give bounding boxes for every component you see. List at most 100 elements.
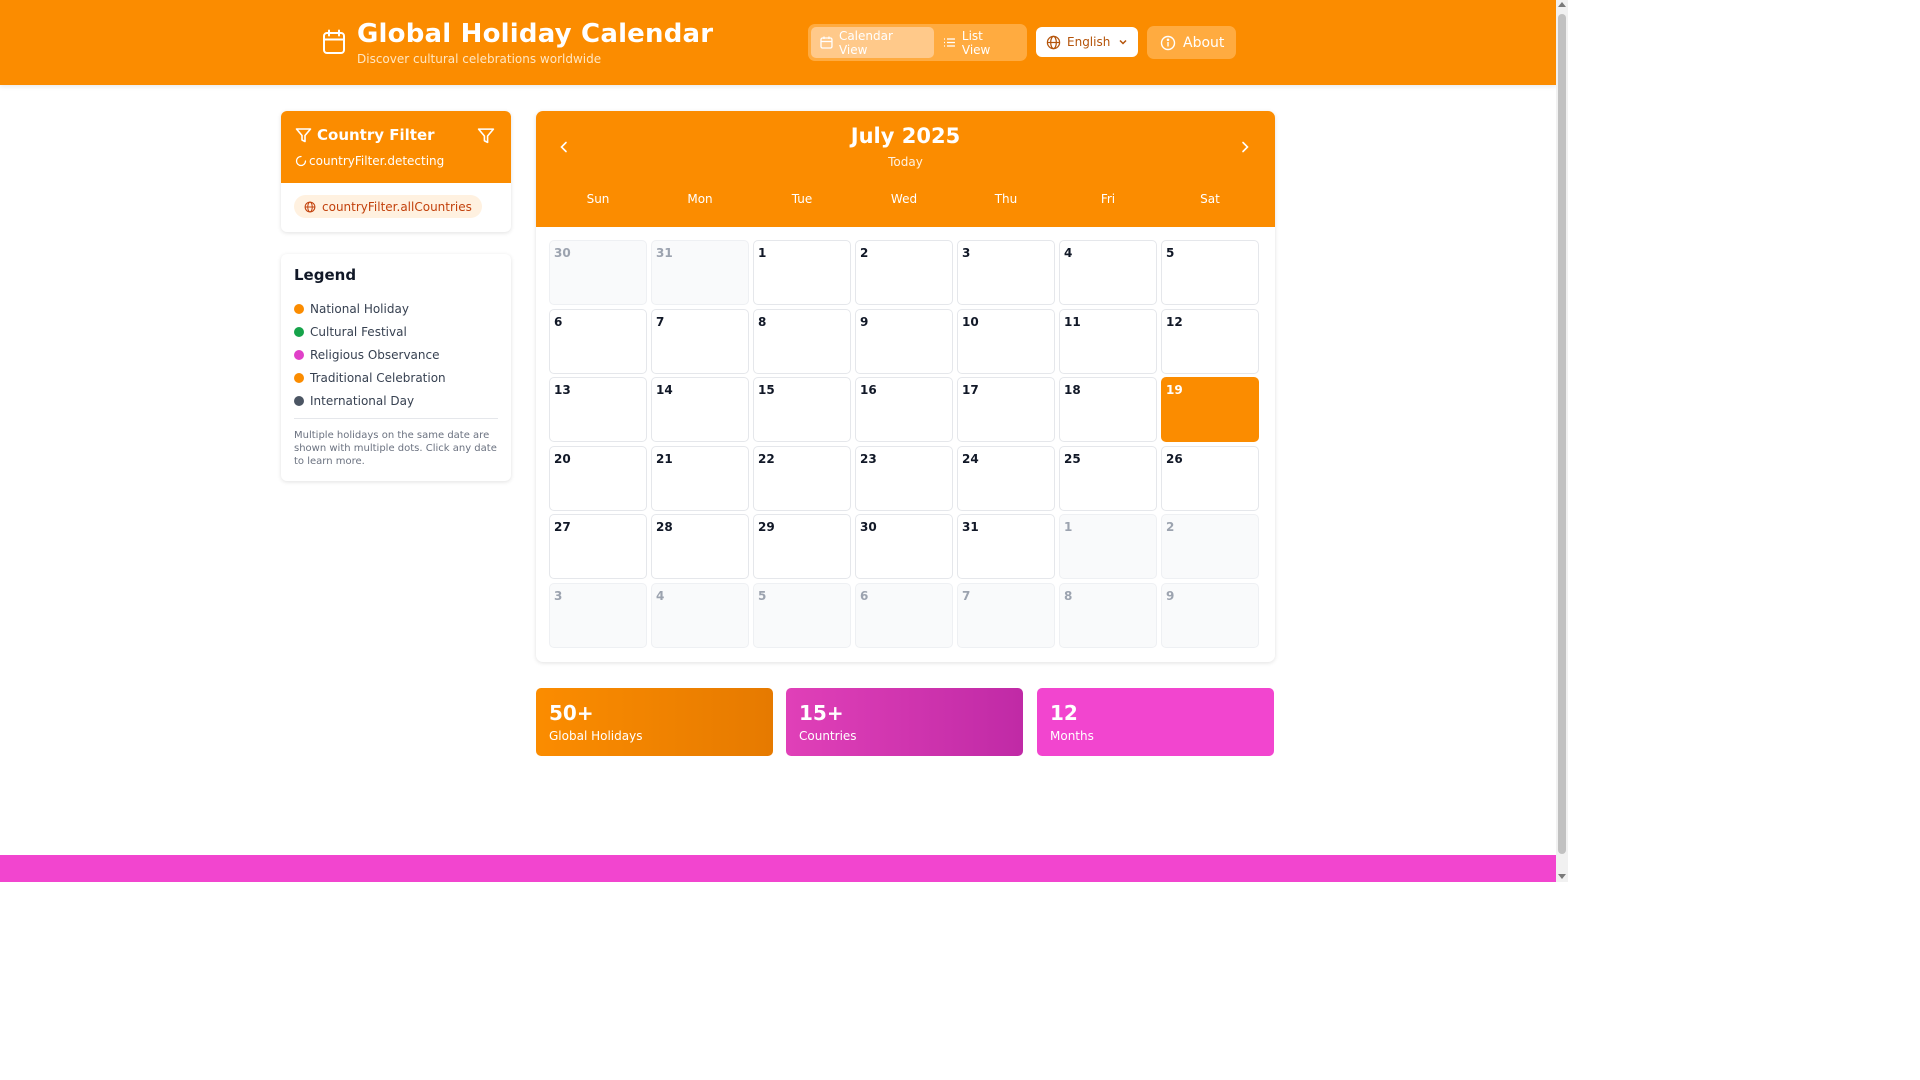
legend-note: Multiple holidays on the same date are s…	[294, 430, 497, 467]
day-cell[interactable]: 31	[957, 514, 1055, 580]
app-header: Global Holiday Calendar Discover cultura…	[0, 0, 1556, 85]
day-cell[interactable]: 28	[651, 514, 749, 580]
day-cell[interactable]: 13	[549, 377, 647, 443]
legend-item-label: Traditional Celebration	[310, 370, 446, 385]
calendar-card: July 2025 Today Sun Mon Tue Wed Thu Fri Sat 30…	[536, 111, 1275, 662]
legend-dot-icon	[294, 372, 304, 383]
stat-label: Months	[1050, 729, 1094, 743]
today-button[interactable]: Today	[536, 155, 1275, 169]
legend-item: Traditional Celebration	[294, 366, 446, 389]
day-cell[interactable]: 1	[753, 240, 851, 305]
day-cell[interactable]: 14	[651, 377, 749, 443]
country-filter-status: countryFilter.detecting	[295, 154, 444, 168]
list-view-label: List View	[961, 28, 991, 57]
stat-card-countries: 15+ Countries	[786, 688, 1023, 756]
legend-item-label: Religious Observance	[310, 347, 440, 362]
day-cell[interactable]: 24	[957, 445, 1055, 511]
loading-spinner-icon	[295, 155, 307, 167]
day-cell[interactable]: 18	[1059, 377, 1157, 443]
calendar-view-button[interactable]: Calendar View	[811, 27, 934, 58]
legend-dot-icon	[294, 303, 304, 314]
legend-item-label: National Holiday	[310, 301, 409, 316]
legend-card: Legend National Holiday Cultural Festival…	[281, 254, 511, 481]
list-view-button[interactable]: List View	[934, 27, 1024, 58]
day-cell[interactable]: 5	[1161, 240, 1259, 305]
language-label: English	[1067, 35, 1111, 49]
country-filter-card: Country Filter countryFilter.detecting c…	[281, 111, 511, 232]
day-cell-outside[interactable]: 3	[549, 582, 647, 648]
day-cell-outside[interactable]: 30	[549, 240, 647, 305]
legend-item: National Holiday	[294, 297, 446, 320]
about-label: About	[1183, 34, 1225, 51]
legend-list: National Holiday Cultural Festival Religio…	[294, 297, 446, 412]
day-cell-outside[interactable]: 31	[651, 240, 749, 305]
day-cell[interactable]: 9	[855, 308, 953, 374]
day-cell[interactable]: 29	[753, 514, 851, 580]
info-icon	[1160, 35, 1176, 50]
day-cell-outside[interactable]: 8	[1059, 582, 1157, 648]
stat-label: Countries	[799, 729, 857, 743]
day-cell[interactable]: 25	[1059, 445, 1157, 511]
day-cell-outside[interactable]: 2	[1161, 514, 1259, 580]
language-select[interactable]: English	[1036, 27, 1138, 57]
day-cell[interactable]: 3	[957, 240, 1055, 305]
day-cell[interactable]: 11	[1059, 308, 1157, 374]
next-month-button[interactable]	[1237, 139, 1253, 159]
day-cell-outside[interactable]: 4	[651, 582, 749, 648]
view-toggle: Calendar View List View	[808, 24, 1027, 61]
scrollbar-thumb[interactable]	[1558, 14, 1566, 854]
day-cell[interactable]: 21	[651, 445, 749, 511]
list-icon	[943, 38, 955, 47]
day-cell[interactable]: 23	[855, 445, 953, 511]
weekday-label: Mon	[687, 192, 713, 206]
legend-item: Cultural Festival	[294, 320, 446, 343]
country-filter-status-text: countryFilter.detecting	[309, 154, 445, 168]
day-cell[interactable]: 16	[855, 377, 953, 443]
stat-value: 15+	[799, 701, 844, 725]
weekday-label: Thu	[994, 192, 1018, 206]
all-countries-label: countryFilter.allCountries	[322, 199, 472, 214]
day-cell-outside[interactable]: 7	[957, 582, 1055, 648]
day-cell[interactable]: 12	[1161, 308, 1259, 374]
brand-text: Global Holiday Calendar Discover cultura…	[357, 18, 713, 66]
app-title: Global Holiday Calendar	[357, 19, 714, 49]
day-cell[interactable]: 30	[855, 514, 953, 580]
weekday-label: Fri	[1100, 192, 1116, 206]
day-cell[interactable]: 15	[753, 377, 851, 443]
scroll-down-arrow-icon[interactable]	[1558, 874, 1566, 879]
calendar-small-icon	[820, 36, 833, 49]
legend-dot-icon	[294, 395, 304, 406]
day-cell[interactable]: 17	[957, 377, 1055, 443]
globe-icon	[1046, 35, 1061, 49]
day-cell[interactable]: 7	[651, 308, 749, 374]
day-cell-outside[interactable]: 1	[1059, 514, 1157, 580]
day-cell-today[interactable]: 19	[1161, 377, 1259, 443]
page-scrollbar[interactable]	[1556, 0, 1568, 882]
day-cell[interactable]: 22	[753, 445, 851, 511]
about-button[interactable]: About	[1147, 26, 1236, 59]
day-cell[interactable]: 8	[753, 308, 851, 374]
day-cell-outside[interactable]: 6	[855, 582, 953, 648]
day-cell[interactable]: 20	[549, 445, 647, 511]
calendar-icon	[322, 29, 346, 55]
day-cell-outside[interactable]: 5	[753, 582, 851, 648]
day-cell[interactable]: 4	[1059, 240, 1157, 305]
day-cell[interactable]: 27	[549, 514, 647, 580]
day-cell[interactable]: 6	[549, 308, 647, 374]
stat-value: 12	[1050, 701, 1078, 725]
month-title: July 2025	[850, 124, 961, 148]
day-cell[interactable]: 10	[957, 308, 1055, 374]
country-filter-title: Country Filter	[295, 126, 435, 144]
day-cell-outside[interactable]: 9	[1161, 582, 1259, 648]
scroll-up-arrow-icon[interactable]	[1558, 2, 1566, 7]
country-filter-title-text: Country Filter	[317, 126, 435, 144]
days-grid: 30 31 1 2 3 4 5 6 7 8 9 10 11 12 13 14 15 16 17 18 19 20 21 22 2…	[549, 240, 1259, 648]
calendar-header: July 2025 Today Sun Mon Tue Wed Thu Fri Sat	[536, 111, 1275, 227]
weekday-header-row: Sun Mon Tue Wed Thu Fri Sat	[549, 192, 1262, 206]
legend-dot-icon	[294, 349, 304, 360]
all-countries-chip[interactable]: countryFilter.allCountries	[294, 195, 482, 218]
filter-toggle-icon[interactable]	[477, 127, 495, 149]
day-cell[interactable]: 2	[855, 240, 953, 305]
stat-card-holidays: 50+ Global Holidays	[536, 688, 773, 756]
day-cell[interactable]: 26	[1161, 445, 1259, 511]
